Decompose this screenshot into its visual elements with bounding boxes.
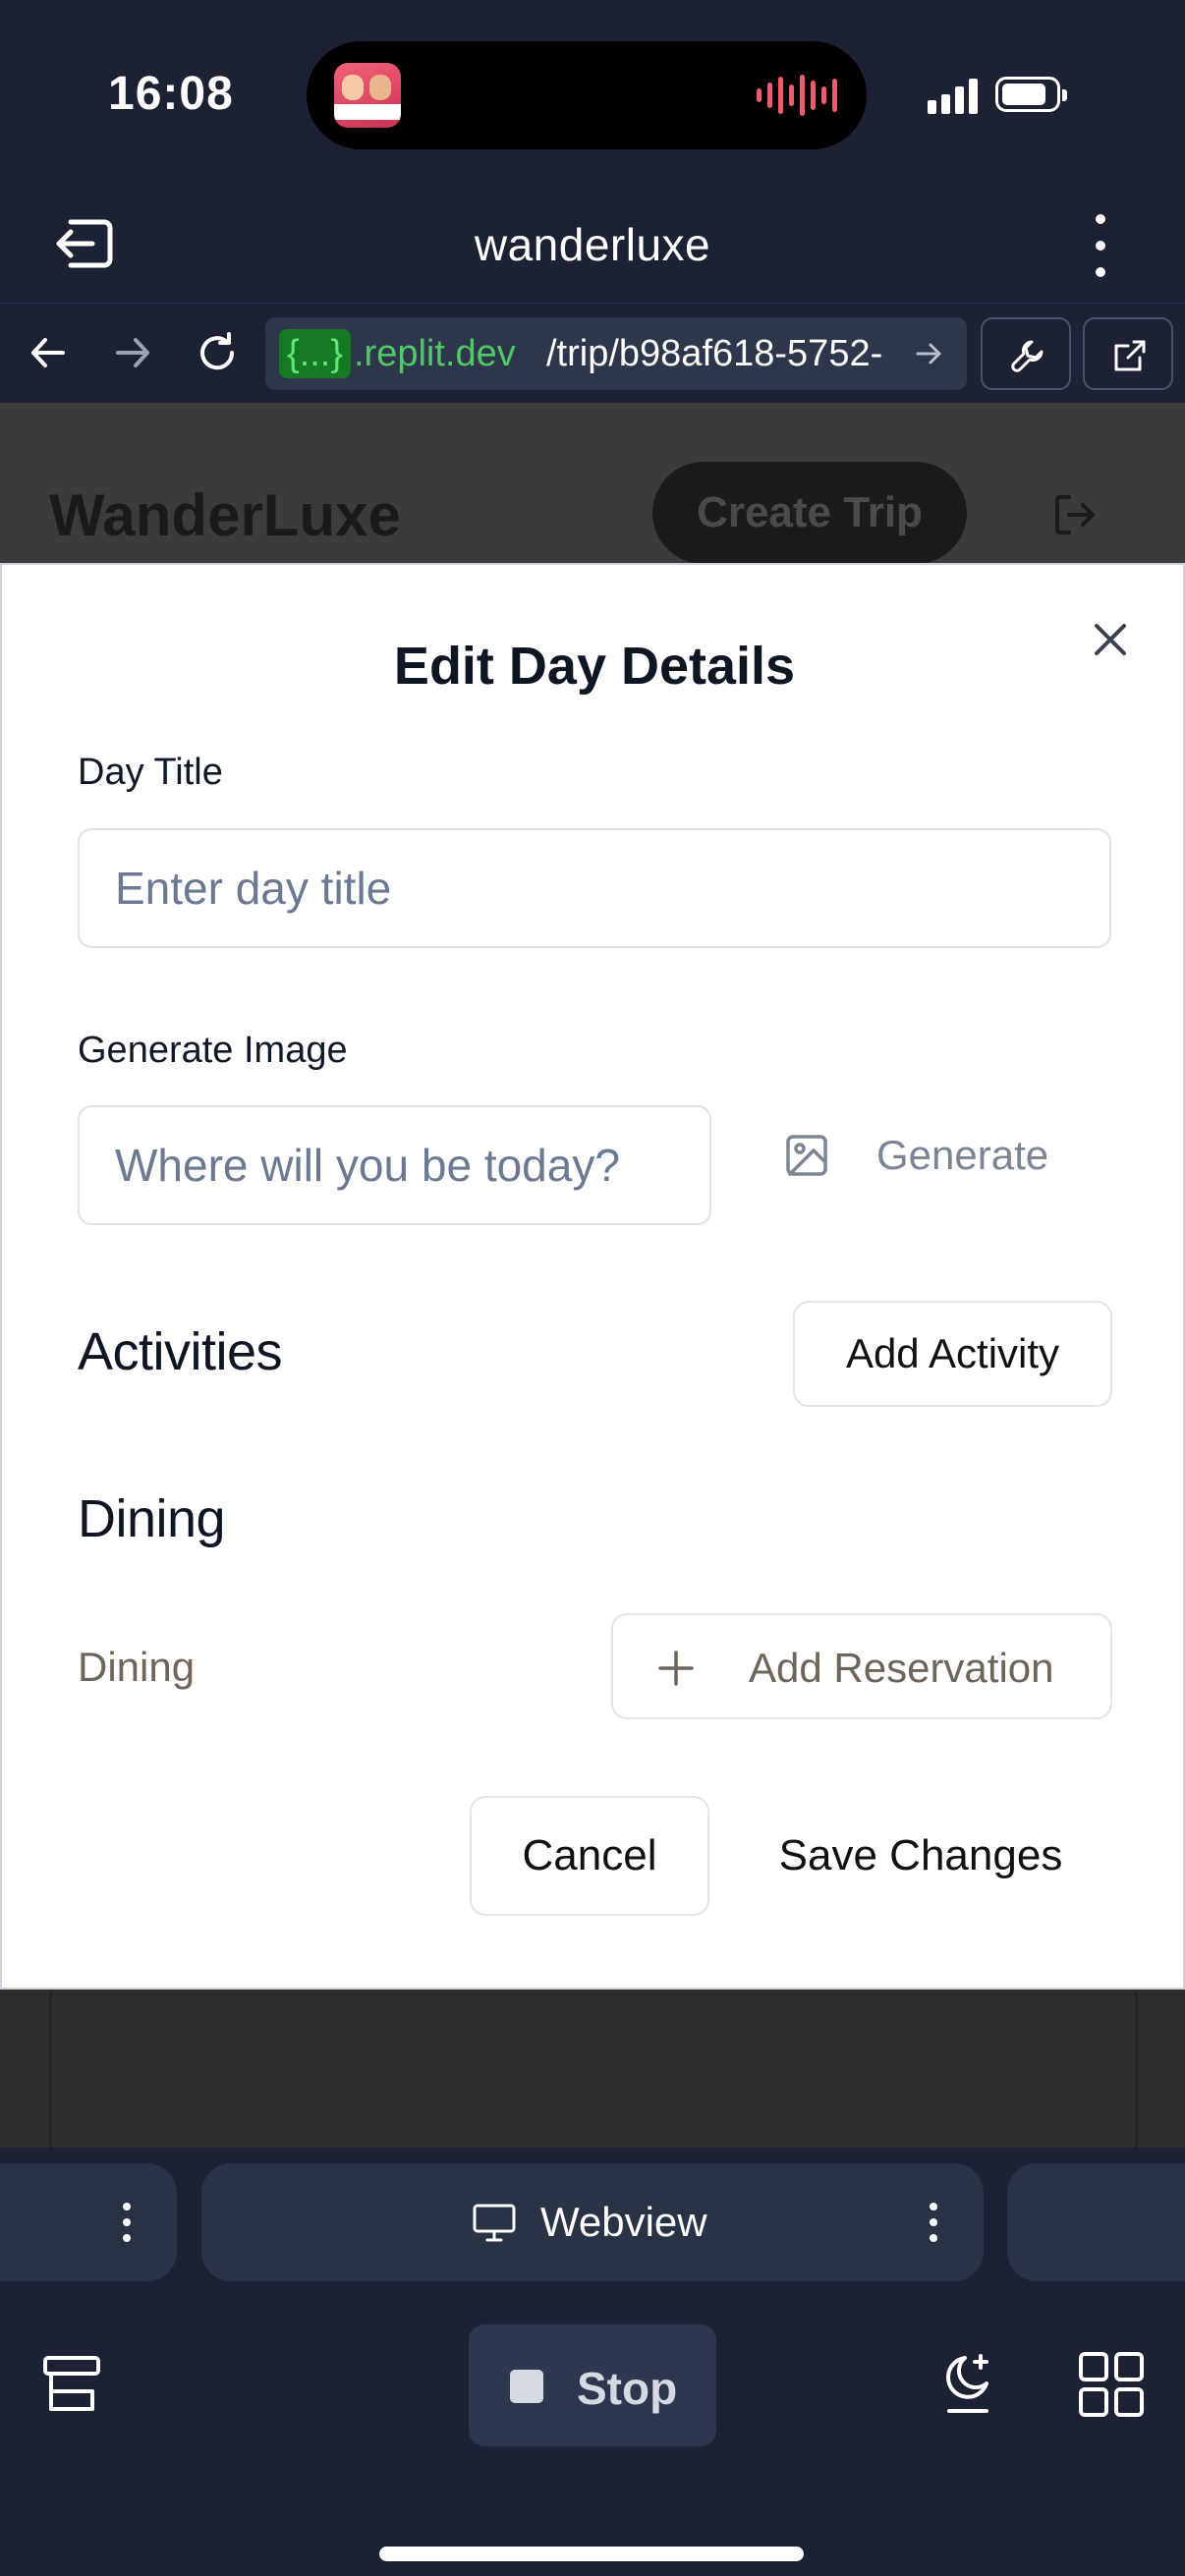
page-content-dimmed: [0, 1990, 1185, 2148]
generate-image-label: Generate Image: [78, 1030, 348, 1071]
monitor-icon: [473, 2204, 516, 2242]
back-arrow-icon[interactable]: [24, 328, 73, 377]
stop-icon: [510, 2370, 543, 2403]
open-external-button[interactable]: [1083, 317, 1173, 390]
forward-arrow-icon[interactable]: [108, 328, 157, 377]
url-path: /trip/b98af618-5752-: [546, 333, 883, 374]
bottom-panel: Webview Stop: [0, 2148, 1185, 2576]
go-arrow-icon[interactable]: [912, 337, 945, 370]
tab-webview[interactable]: Webview: [201, 2163, 984, 2281]
stop-button[interactable]: Stop: [469, 2324, 716, 2446]
grid-icon[interactable]: [1077, 2350, 1146, 2419]
now-playing-artwork: [334, 63, 401, 128]
tab-menu-icon[interactable]: [122, 2203, 132, 2242]
dining-heading: Dining: [78, 1489, 226, 1548]
modal-title: Edit Day Details: [393, 637, 796, 696]
activities-heading: Activities: [78, 1322, 283, 1381]
dynamic-island[interactable]: [307, 41, 867, 149]
generate-button[interactable]: Generate: [768, 1095, 1102, 1215]
image-location-input[interactable]: [78, 1105, 711, 1225]
audio-waveform-icon: [757, 75, 837, 116]
stop-label: Stop: [577, 2363, 678, 2414]
brand-logo: WanderLuxe: [49, 482, 401, 548]
tab-webview-label: Webview: [540, 2199, 707, 2245]
sparkle-moon-icon[interactable]: [935, 2350, 1000, 2419]
home-indicator[interactable]: [379, 2547, 804, 2561]
tab-previous[interactable]: [0, 2163, 177, 2281]
edit-day-modal: Edit Day Details Day Title Generate Imag…: [0, 563, 1185, 1989]
tab-menu-icon[interactable]: [929, 2203, 938, 2242]
add-reservation-button[interactable]: Add Reservation: [611, 1613, 1112, 1719]
wrench-icon: [1011, 340, 1044, 372]
generate-button-label: Generate: [876, 1132, 1049, 1178]
logout-icon[interactable]: [1049, 489, 1100, 540]
app-title: wanderluxe: [474, 219, 711, 270]
tab-next[interactable]: [1007, 2163, 1185, 2281]
save-changes-button[interactable]: Save Changes: [749, 1796, 1093, 1916]
dining-label: Dining: [78, 1644, 196, 1690]
url-bar[interactable]: {...} .replit.dev /trip/b98af618-5752-: [265, 317, 967, 390]
app-header: wanderluxe: [0, 187, 1185, 305]
url-domain: .replit.dev: [354, 333, 516, 374]
cellular-signal-icon: [928, 77, 978, 114]
add-activity-button[interactable]: Add Activity: [793, 1301, 1112, 1407]
create-trip-button[interactable]: Create Trip: [652, 462, 967, 564]
page-header: WanderLuxe Create Trip: [0, 403, 1185, 564]
day-title-input[interactable]: [78, 828, 1111, 948]
battery-icon: [995, 77, 1067, 112]
open-external-icon: [1114, 340, 1146, 371]
status-time: 16:08: [108, 68, 234, 120]
image-icon: [786, 1135, 827, 1176]
layers-icon[interactable]: [39, 2352, 104, 2417]
kebab-menu-icon[interactable]: [1081, 214, 1120, 277]
cancel-button[interactable]: Cancel: [470, 1796, 709, 1916]
plus-icon: [658, 1651, 694, 1686]
status-bar: 16:08: [0, 0, 1185, 187]
url-badge: {...}: [279, 329, 352, 378]
browser-toolbar: {...} .replit.dev /trip/b98af618-5752-: [0, 303, 1185, 403]
add-reservation-label: Add Reservation: [749, 1645, 1054, 1691]
reload-icon[interactable]: [193, 328, 242, 377]
devtools-button[interactable]: [981, 317, 1071, 390]
day-title-label: Day Title: [78, 752, 223, 793]
